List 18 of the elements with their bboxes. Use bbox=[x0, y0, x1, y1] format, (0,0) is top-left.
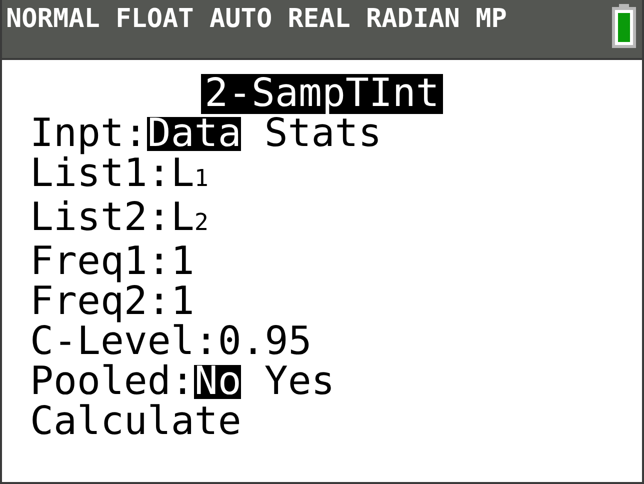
option[interactable]: Yes bbox=[264, 365, 335, 399]
field-label: Freq2: bbox=[30, 282, 171, 322]
screen-title: 2-SampTInt bbox=[200, 74, 444, 114]
field-value[interactable]: 1 bbox=[170, 282, 194, 322]
battery-icon bbox=[612, 4, 636, 48]
field-label: List1: bbox=[30, 154, 171, 198]
field-label: Pooled: bbox=[30, 362, 194, 402]
field-label: Inpt: bbox=[30, 114, 148, 154]
option[interactable]: Stats bbox=[264, 117, 382, 151]
field-value[interactable]: 1 bbox=[170, 242, 194, 282]
field-label: Freq1: bbox=[30, 242, 171, 282]
field-value[interactable]: 0.95 bbox=[218, 322, 312, 362]
field-label: C-Level: bbox=[30, 322, 218, 362]
calculate-command[interactable]: Calculate bbox=[30, 402, 242, 442]
field-label: List2: bbox=[30, 198, 171, 242]
mode-indicators: NORMAL FLOAT AUTO REAL RADIAN MP bbox=[6, 4, 507, 34]
option[interactable]: No bbox=[194, 365, 242, 399]
option[interactable]: Data bbox=[147, 117, 242, 151]
